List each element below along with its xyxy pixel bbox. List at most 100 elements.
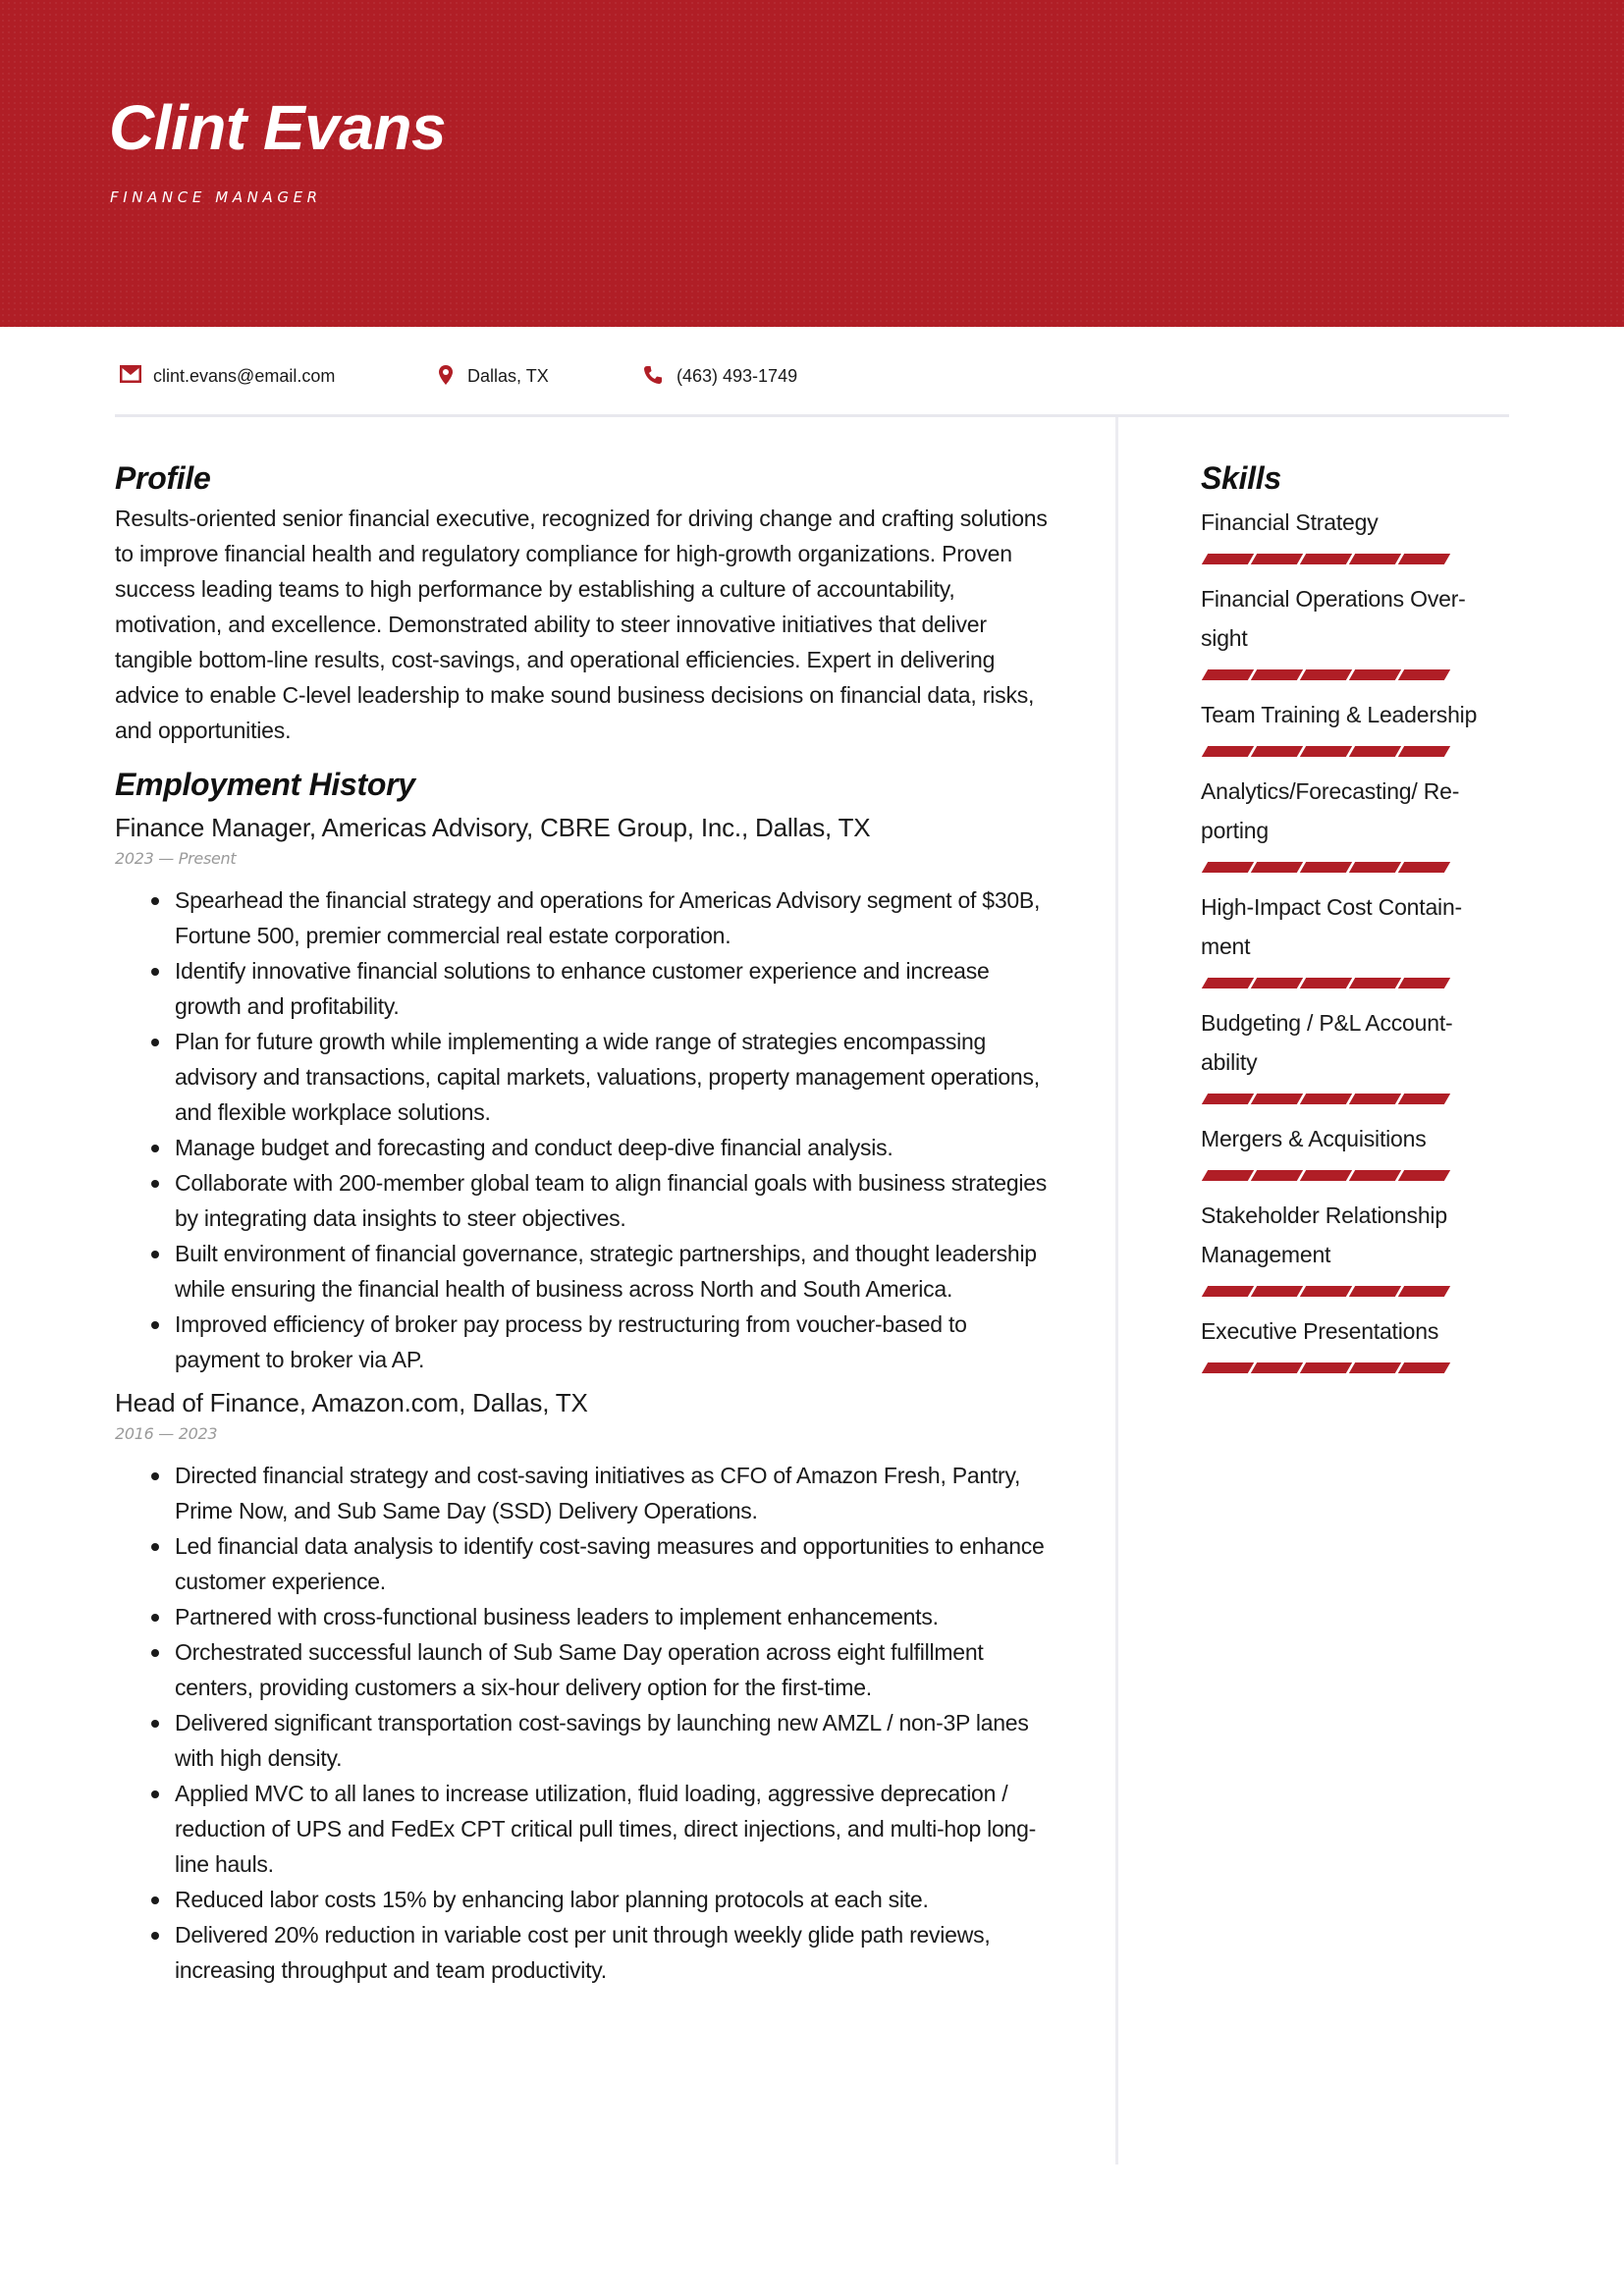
job-bullet: Manage budget and forecasting and conduc… <box>151 1130 1048 1165</box>
job-entry-title: Head of Finance, Amazon.com, Dallas, TX <box>115 1387 588 1417</box>
skill-item: High-Impact Cost Contain-ment <box>1201 887 1525 989</box>
skill-level-segment <box>1299 669 1353 681</box>
job-bullet-text: Delivered significant transportation cos… <box>175 1709 1029 1771</box>
skill-level-segment <box>1250 862 1304 874</box>
bullet-icon <box>151 1613 159 1622</box>
location-text: Dallas, TX <box>467 365 549 386</box>
skill-level-segment <box>1250 746 1304 758</box>
job-bullet-list: Spearhead the financial strategy and ope… <box>115 882 1048 1377</box>
skills-heading: Skills <box>1201 460 1281 496</box>
skill-level-bar <box>1201 1094 1525 1105</box>
job-bullet-text: Directed financial strategy and cost-sav… <box>175 1462 1021 1523</box>
bullet-icon <box>151 1144 159 1152</box>
job-bullet-text: Plan for future growth while implementin… <box>175 1028 1040 1125</box>
header-divider <box>115 414 1509 417</box>
bullet-icon <box>151 1931 159 1940</box>
skill-level-segment <box>1397 554 1451 565</box>
skills-list: Financial Strategy Financial Operations O… <box>1201 503 1525 1374</box>
bullet-icon <box>151 1789 159 1798</box>
skill-name: Mergers & Acquisitions <box>1201 1126 1427 1152</box>
skill-level-segment <box>1201 1170 1255 1182</box>
skill-level-segment <box>1299 1170 1353 1182</box>
job-bullet-text: Identify innovative financial solutions … <box>175 957 990 1019</box>
employment-section: Employment History Finance Manager, Amer… <box>115 766 1048 1987</box>
bullet-icon <box>151 1471 159 1480</box>
bullet-icon <box>151 1038 159 1046</box>
skill-level-segment <box>1250 978 1304 989</box>
phone-text[interactable]: (463) 493-1749 <box>677 366 797 387</box>
skill-name: Financial Operations Over-sight <box>1201 586 1466 652</box>
skill-item: Team Training & Leadership <box>1201 695 1525 758</box>
skill-level-segment <box>1397 669 1451 681</box>
job-bullet: Spearhead the financial strategy and ope… <box>151 882 1048 953</box>
skill-name: Analytics/Forecasting/ Re-porting <box>1201 778 1460 844</box>
bullet-icon <box>151 967 159 976</box>
skill-level-segment <box>1397 1286 1451 1298</box>
contact-email[interactable]: clint.evans@email.com <box>120 363 335 389</box>
skill-level-segment <box>1250 669 1304 681</box>
job-bullet: Identify innovative financial solutions … <box>151 953 1048 1024</box>
skill-level-segment <box>1299 862 1353 874</box>
skill-level-segment <box>1201 669 1255 681</box>
skill-item: Executive Presentations <box>1201 1311 1525 1374</box>
skill-name: High-Impact Cost Contain-ment <box>1201 894 1462 960</box>
skill-level-segment <box>1348 978 1402 989</box>
skill-name: Financial Strategy <box>1201 509 1379 536</box>
contact-location: Dallas, TX <box>439 363 549 389</box>
job-entry-dates: 2023 — Present <box>115 848 237 868</box>
skill-level-segment <box>1299 978 1353 989</box>
skill-level-segment <box>1299 554 1353 565</box>
skill-level-segment <box>1397 746 1451 758</box>
job-title: FINANCE MANAGER <box>110 188 322 206</box>
profile-heading: Profile <box>115 460 211 496</box>
skill-level-segment <box>1397 862 1451 874</box>
job-bullet: Reduced labor costs 15% by enhancing lab… <box>151 1882 1048 1917</box>
job-bullet: Partnered with cross-functional business… <box>151 1599 1048 1634</box>
skill-item: Analytics/Forecasting/ Re-porting <box>1201 772 1525 874</box>
skill-level-segment <box>1348 1362 1402 1374</box>
job-bullet: Improved efficiency of broker pay proces… <box>151 1307 1048 1377</box>
skill-level-segment <box>1201 554 1255 565</box>
skill-level-segment <box>1348 1170 1402 1182</box>
profile-section: Profile Results-oriented senior financia… <box>115 459 1048 748</box>
job-entry: Head of Finance, Amazon.com, Dallas, TX 2… <box>115 1385 1048 1988</box>
skill-level-segment <box>1201 978 1255 989</box>
skill-item: Financial Strategy <box>1201 503 1525 565</box>
skill-level-bar <box>1201 1170 1525 1182</box>
job-bullet: Led financial data analysis to identify … <box>151 1528 1048 1599</box>
job-entry-dates: 2016 — 2023 <box>115 1423 218 1443</box>
skill-item: Financial Operations Over-sight <box>1201 579 1525 681</box>
skill-level-segment <box>1397 978 1451 989</box>
contact-phone[interactable]: (463) 493-1749 <box>643 363 797 389</box>
job-bullet: Collaborate with 200-member global team … <box>151 1165 1048 1236</box>
skill-level-segment <box>1397 1094 1451 1105</box>
skill-level-bar <box>1201 746 1525 758</box>
job-bullet: Delivered significant transportation cos… <box>151 1705 1048 1776</box>
job-entry: Finance Manager, Americas Advisory, CBRE… <box>115 810 1048 1377</box>
skill-level-segment <box>1201 746 1255 758</box>
bullet-icon <box>151 1179 159 1188</box>
job-bullet-text: Applied MVC to all lanes to increase uti… <box>175 1780 1037 1877</box>
employment-heading: Employment History <box>115 767 415 803</box>
skill-name: Stakeholder Relationship Management <box>1201 1202 1447 1268</box>
skill-level-segment <box>1201 862 1255 874</box>
bullet-icon <box>151 1896 159 1904</box>
job-bullet-text: Orchestrated successful launch of Sub Sa… <box>175 1638 984 1700</box>
phone-icon <box>643 365 667 387</box>
skill-level-segment <box>1348 1286 1402 1298</box>
skill-level-bar <box>1201 978 1525 989</box>
skill-level-segment <box>1250 1094 1304 1105</box>
skill-level-segment <box>1348 862 1402 874</box>
skill-level-segment <box>1250 1286 1304 1298</box>
skill-level-segment <box>1250 554 1304 565</box>
skill-level-segment <box>1348 554 1402 565</box>
candidate-name: Clint Evans <box>109 92 447 163</box>
job-bullet-text: Improved efficiency of broker pay proces… <box>175 1310 967 1372</box>
bullet-icon <box>151 1542 159 1551</box>
skill-level-segment <box>1397 1170 1451 1182</box>
skill-item: Stakeholder Relationship Management <box>1201 1196 1525 1298</box>
skill-level-segment <box>1201 1286 1255 1298</box>
job-bullet-list: Directed financial strategy and cost-sav… <box>115 1458 1048 1988</box>
job-bullet-text: Manage budget and forecasting and conduc… <box>175 1134 893 1160</box>
email-text[interactable]: clint.evans@email.com <box>153 366 335 387</box>
